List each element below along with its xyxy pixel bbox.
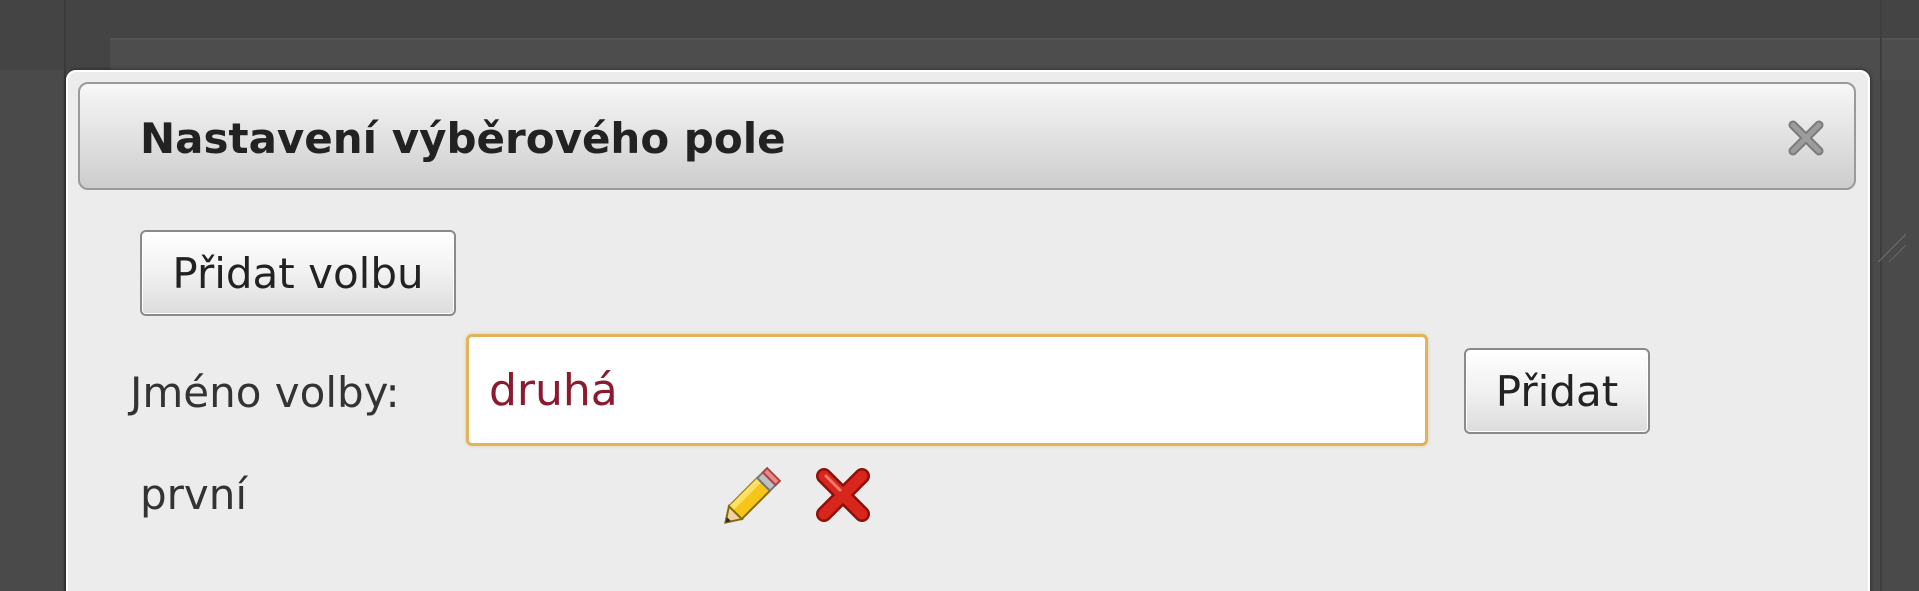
add-button[interactable]: Přidat [1464, 348, 1650, 434]
delete-x-icon[interactable] [810, 462, 876, 528]
resize-grip-icon[interactable] [1876, 228, 1906, 262]
list-item: první [140, 462, 900, 532]
dialog-title: Nastavení výběrového pole [140, 114, 786, 163]
pencil-icon[interactable] [720, 462, 786, 528]
option-label: první [140, 470, 248, 519]
option-name-input[interactable] [466, 334, 1428, 446]
backdrop-divider-right [1880, 0, 1882, 591]
option-name-label: Jméno volby: [130, 368, 400, 417]
choice-field-settings-dialog: Nastavení výběrového pole Přidat volbu J… [66, 70, 1870, 591]
dialog-titlebar[interactable]: Nastavení výběrového pole [78, 82, 1856, 190]
add-option-button[interactable]: Přidat volbu [140, 230, 456, 316]
close-icon[interactable] [1786, 118, 1826, 158]
